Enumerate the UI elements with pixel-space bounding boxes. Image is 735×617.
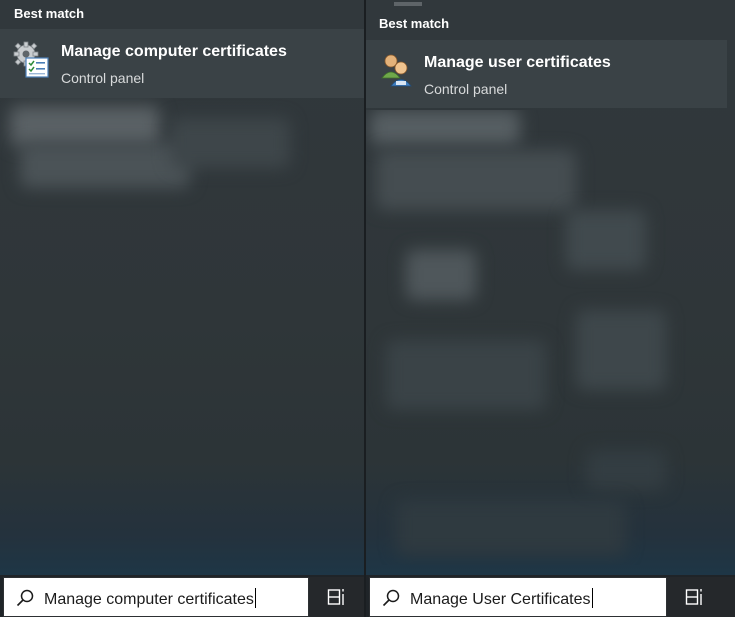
search-input[interactable]: Manage computer certificates bbox=[3, 577, 309, 617]
start-search-panel-right: Best match Manage user certificates Cont… bbox=[366, 0, 735, 617]
task-view-button[interactable] bbox=[309, 577, 364, 617]
task-view-icon bbox=[327, 589, 344, 605]
scroll-indicator bbox=[394, 2, 422, 6]
best-match-subtitle: Control panel bbox=[61, 70, 145, 86]
task-view-icon bbox=[685, 589, 702, 605]
best-match-title: Manage user certificates bbox=[424, 54, 611, 71]
blurred-results bbox=[0, 98, 364, 208]
search-query-text: Manage computer certificates bbox=[44, 591, 254, 608]
start-search-panel-left: Best match Manage computer certificates … bbox=[0, 0, 364, 617]
search-results-comparison: Best match Manage computer certificates … bbox=[0, 0, 735, 617]
search-input[interactable]: Manage User Certificates bbox=[369, 577, 667, 617]
task-view-button[interactable] bbox=[667, 577, 735, 617]
text-cursor bbox=[254, 588, 256, 608]
blurred-results bbox=[366, 110, 735, 565]
text-cursor bbox=[591, 588, 593, 608]
computer-certificates-icon bbox=[13, 41, 49, 78]
search-input-value: Manage User Certificates bbox=[410, 588, 593, 609]
best-match-title: Manage computer certificates bbox=[61, 43, 287, 60]
best-match-subtitle: Control panel bbox=[424, 81, 508, 97]
section-heading-best-match: Best match bbox=[14, 6, 85, 21]
user-certificates-icon bbox=[381, 54, 412, 87]
best-match-result[interactable]: Manage user certificates Control panel bbox=[366, 40, 727, 108]
search-icon bbox=[382, 589, 400, 607]
search-input-value: Manage computer certificates bbox=[44, 588, 256, 609]
section-heading-best-match: Best match bbox=[379, 16, 450, 31]
search-icon bbox=[16, 589, 34, 607]
search-query-text: Manage User Certificates bbox=[410, 591, 591, 608]
best-match-result[interactable]: Manage computer certificates Control pan… bbox=[0, 29, 364, 98]
